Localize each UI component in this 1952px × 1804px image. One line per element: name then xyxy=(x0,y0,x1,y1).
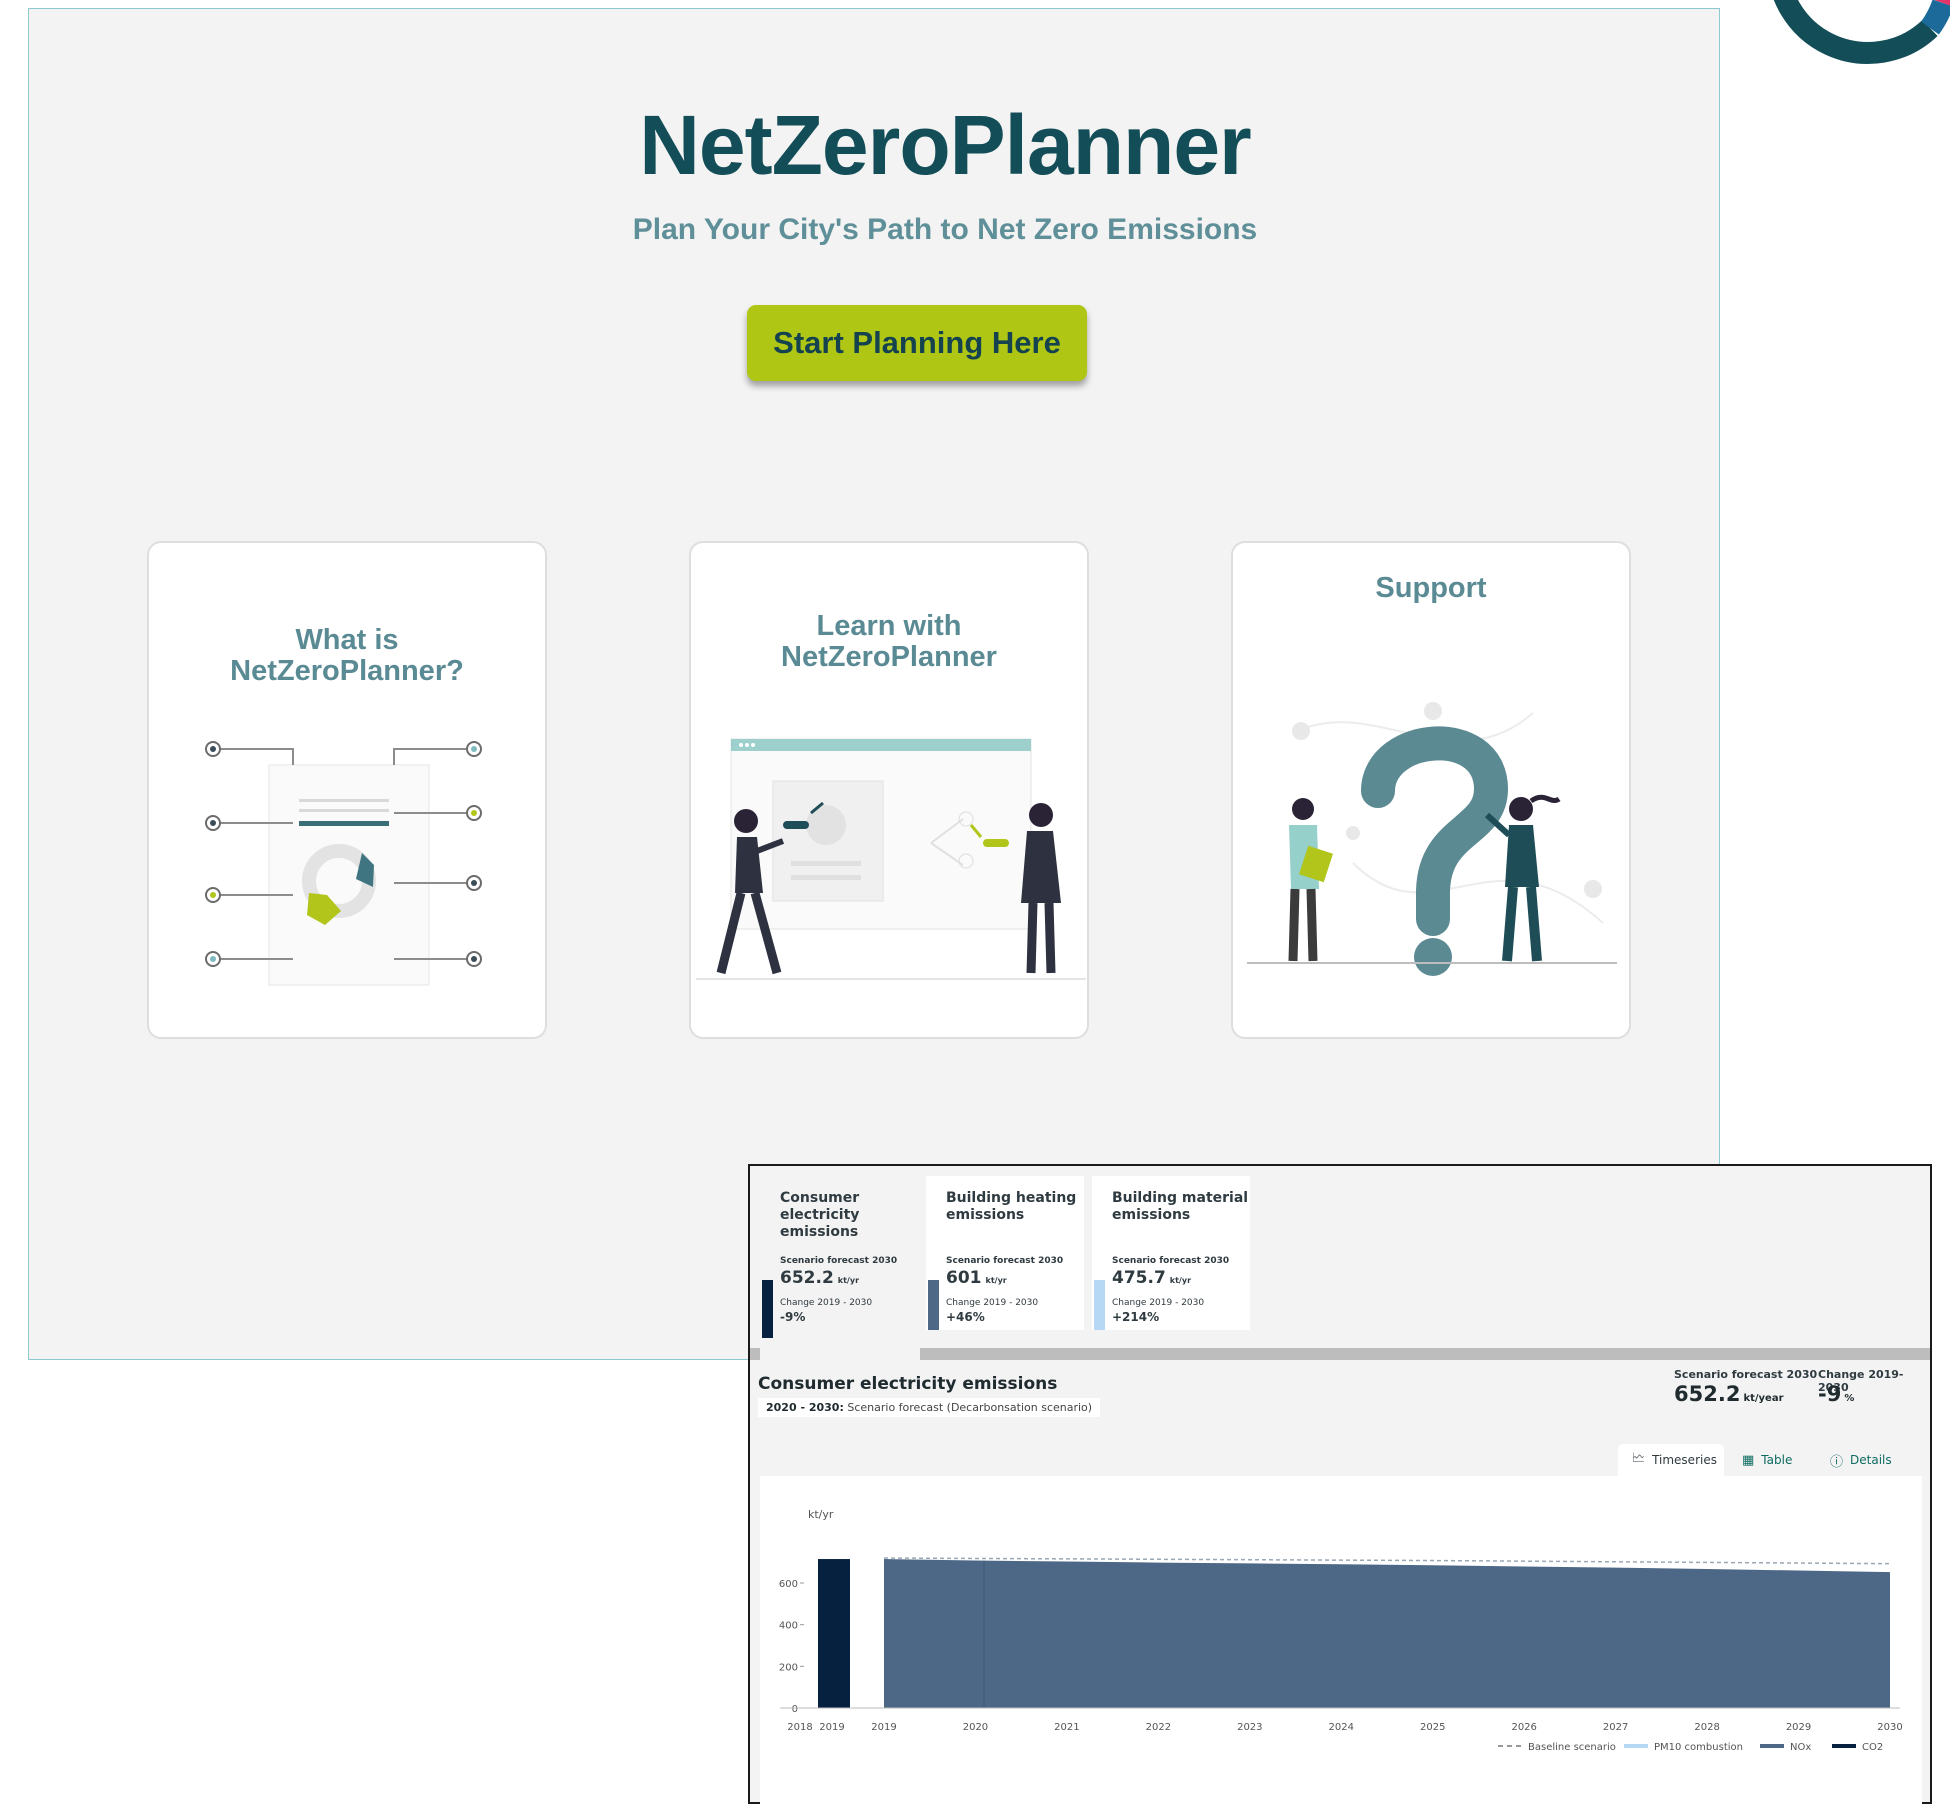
card-support[interactable]: Support xyxy=(1231,541,1631,1039)
emission-tile-building-material[interactable]: Building material emissions Scenario for… xyxy=(1092,1176,1250,1330)
tile-forecast-value: 601 kt/yr xyxy=(946,1268,1007,1288)
historic-bar xyxy=(818,1559,850,1708)
tile-value-number: 601 xyxy=(946,1268,982,1288)
x-tick-label: 2026 xyxy=(1511,1722,1536,1733)
tile-title-line: emissions xyxy=(780,1224,859,1240)
tile-title-line: electricity xyxy=(780,1207,860,1223)
y-tick-label: 600 xyxy=(779,1579,798,1590)
question-mark-illustration xyxy=(1247,702,1617,976)
tab-label: Details xyxy=(1850,1453,1892,1467)
x-tick-label: 2030 xyxy=(1877,1722,1902,1733)
tile-unit: kt/yr xyxy=(837,1276,860,1285)
x-tick-label: 2022 xyxy=(1146,1722,1171,1733)
y-tick-label: 200 xyxy=(779,1662,798,1673)
card-learn[interactable]: Learn with NetZeroPlanner xyxy=(689,541,1089,1039)
landing-panel: NetZeroPlanner Plan Your City's Path to … xyxy=(28,8,1720,1360)
tab-table[interactable]: ▦ Table xyxy=(1742,1444,1808,1476)
tile-unit: kt/yr xyxy=(985,1276,1007,1285)
presentation-illustration xyxy=(696,738,1086,980)
tile-title-line: Building material xyxy=(1112,1190,1249,1206)
header-forecast-value: 652.2 kt/year xyxy=(1674,1382,1784,1406)
section-title: Consumer electricity emissions xyxy=(758,1374,1058,1394)
brand-logo xyxy=(1773,0,1950,64)
timeseries-chart: kt/yr 0 200 400 600 2018 2019 2019 2020 2021 2022 2… xyxy=(760,1476,1922,1804)
tile-forecast-label: Scenario forecast 2030 xyxy=(946,1256,1064,1266)
legend-label: CO2 xyxy=(1862,1742,1883,1753)
card-what-is[interactable]: What is NetZeroPlanner? xyxy=(147,541,547,1039)
x-tick-label: 2018 xyxy=(787,1722,812,1733)
tile-color-bar xyxy=(1094,1280,1105,1330)
emission-tile-consumer-electricity[interactable]: Consumer electricity emissions Scenario … xyxy=(760,1176,920,1348)
forecast-area-nox xyxy=(884,1559,1890,1708)
tile-scrollbar[interactable] xyxy=(750,1348,1930,1360)
tile-change-value: -9% xyxy=(780,1310,806,1324)
section-subtitle-text: Scenario forecast (Decarbonsation scenar… xyxy=(847,1401,1093,1414)
tile-change-value: +214% xyxy=(1112,1310,1160,1324)
legend-label: PM10 combustion xyxy=(1654,1742,1743,1753)
header-change-value: -9% xyxy=(1818,1382,1854,1406)
header-change-number: -9 xyxy=(1818,1382,1842,1406)
line-chart-icon: 🗠 xyxy=(1632,1451,1646,1466)
tile-change-label: Change 2019 - 2030 xyxy=(1112,1298,1205,1308)
tile-forecast-label: Scenario forecast 2030 xyxy=(780,1256,898,1266)
tile-forecast-value: 475.7 kt/yr xyxy=(1112,1268,1191,1288)
header-forecast-number: 652.2 xyxy=(1674,1382,1741,1406)
y-tick-label: 400 xyxy=(779,1621,798,1632)
x-tick-label: 2020 xyxy=(963,1722,988,1733)
tile-title-line: Consumer xyxy=(780,1190,860,1206)
x-tick-label: 2019 xyxy=(871,1722,896,1733)
tab-details[interactable]: ⓘ Details xyxy=(1830,1444,1906,1476)
x-tick-label: 2027 xyxy=(1603,1722,1628,1733)
tile-unit: kt/yr xyxy=(1169,1276,1192,1285)
dashboard-diagram-illustration xyxy=(205,741,482,986)
tile-title-line: emissions xyxy=(946,1207,1025,1223)
tile-forecast-label: Scenario forecast 2030 xyxy=(1112,1256,1230,1266)
emission-tile-building-heating[interactable]: Building heating emissions Scenario fore… xyxy=(926,1176,1084,1330)
app-subtitle: Plan Your City's Path to Net Zero Emissi… xyxy=(632,213,1258,246)
header-change-unit: % xyxy=(1844,1393,1855,1404)
tab-label: Table xyxy=(1761,1453,1793,1467)
header-forecast-label: Scenario forecast 2030 xyxy=(1674,1368,1818,1381)
legend-label: NOx xyxy=(1790,1742,1811,1753)
app-title: NetZeroPlanner xyxy=(639,98,1252,192)
tile-forecast-value: 652.2 kt/yr xyxy=(780,1268,859,1288)
legend-label: Baseline scenario xyxy=(1528,1742,1616,1753)
active-tile-indicator xyxy=(760,1348,920,1360)
y-axis-label: kt/yr xyxy=(808,1508,834,1521)
tile-change-label: Change 2019 - 2030 xyxy=(946,1298,1039,1308)
x-tick-label: 2025 xyxy=(1420,1722,1445,1733)
tile-title-line: emissions xyxy=(1112,1207,1191,1223)
x-tick-label: 2024 xyxy=(1329,1722,1354,1733)
view-tabs: 🗠 Timeseries ▦ Table ⓘ Details xyxy=(1618,1444,1918,1476)
tile-title: Building material emissions xyxy=(1112,1190,1248,1224)
x-tick-label: 2029 xyxy=(1786,1722,1811,1733)
x-tick-label: 2023 xyxy=(1237,1722,1262,1733)
section-subtitle: 2020 - 2030: Scenario forecast (Decarbon… xyxy=(758,1398,1101,1417)
section-subtitle-period: 2020 - 2030: xyxy=(766,1401,844,1414)
tab-label: Timeseries xyxy=(1652,1453,1717,1467)
tile-change-value: +46% xyxy=(946,1310,985,1324)
dashboard-preview: Consumer electricity emissions Scenario … xyxy=(748,1164,1932,1804)
info-icon: ⓘ xyxy=(1830,1454,1844,1470)
tile-color-bar xyxy=(928,1280,939,1330)
tile-change-label: Change 2019 - 2030 xyxy=(780,1298,873,1308)
tile-title-line: Building heating xyxy=(946,1190,1077,1206)
y-tick-label: 0 xyxy=(792,1704,798,1715)
tile-color-bar xyxy=(762,1280,773,1338)
tab-timeseries[interactable]: 🗠 Timeseries xyxy=(1618,1444,1724,1476)
tile-title: Consumer electricity emissions xyxy=(780,1190,859,1241)
tile-title: Building heating emissions xyxy=(946,1190,1076,1224)
table-icon: ▦ xyxy=(1742,1452,1755,1468)
x-tick-label: 2028 xyxy=(1694,1722,1719,1733)
tile-value-number: 475.7 xyxy=(1112,1268,1166,1288)
tile-value-number: 652.2 xyxy=(780,1268,834,1288)
start-planning-button[interactable]: Start Planning Here xyxy=(747,305,1087,381)
x-tick-label: 2021 xyxy=(1054,1722,1079,1733)
x-tick-label: 2019 xyxy=(819,1722,844,1733)
header-forecast-unit: kt/year xyxy=(1743,1393,1784,1404)
